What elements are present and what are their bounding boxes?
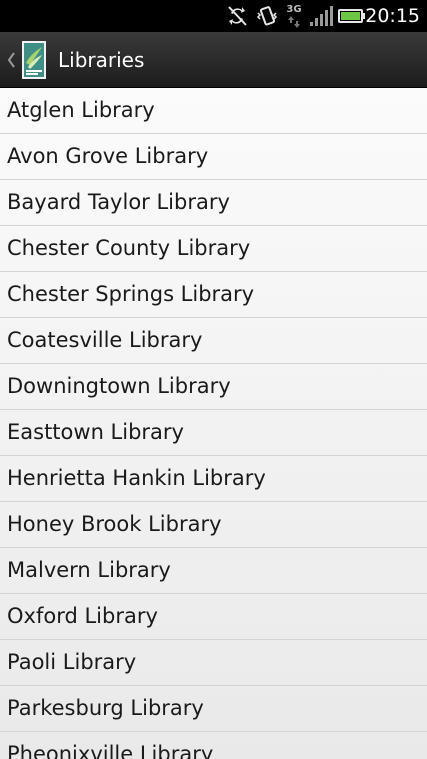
library-list-item[interactable]: Chester County Library xyxy=(0,226,427,272)
library-list-item[interactable]: Paoli Library xyxy=(0,640,427,686)
status-bar: 3G 20:15 xyxy=(0,0,427,32)
page-title: Libraries xyxy=(58,48,145,72)
chevron-left-icon[interactable] xyxy=(4,32,18,88)
action-bar: Libraries xyxy=(0,32,427,88)
library-list-item[interactable]: Downingtown Library xyxy=(0,364,427,410)
app-logo-icon[interactable] xyxy=(22,41,46,79)
library-list-item[interactable]: Avon Grove Library xyxy=(0,134,427,180)
library-list-item[interactable]: Coatesville Library xyxy=(0,318,427,364)
library-list-item[interactable]: Chester Springs Library xyxy=(0,272,427,318)
data-arrows-icon xyxy=(288,15,300,28)
library-list-item[interactable]: Bayard Taylor Library xyxy=(0,180,427,226)
library-list: Atglen Library Avon Grove Library Bayard… xyxy=(0,88,427,759)
3g-data-icon: 3G xyxy=(283,0,305,32)
library-list-item[interactable]: Oxford Library xyxy=(0,594,427,640)
signal-icon xyxy=(309,0,335,32)
library-list-item[interactable]: Honey Brook Library xyxy=(0,502,427,548)
library-list-item[interactable]: Easttown Library xyxy=(0,410,427,456)
library-list-item[interactable]: Parkesburg Library xyxy=(0,686,427,732)
status-time: 20:15 xyxy=(365,5,420,27)
library-list-item[interactable]: Malvern Library xyxy=(0,548,427,594)
network-type-label: 3G xyxy=(286,3,302,15)
vibrate-icon xyxy=(254,0,280,32)
battery-icon xyxy=(338,0,366,32)
library-list-item[interactable]: Atglen Library xyxy=(0,88,427,134)
library-list-item[interactable]: Henrietta Hankin Library xyxy=(0,456,427,502)
sync-off-icon xyxy=(224,0,250,32)
library-list-item[interactable]: Pheonixville Library xyxy=(0,732,427,759)
